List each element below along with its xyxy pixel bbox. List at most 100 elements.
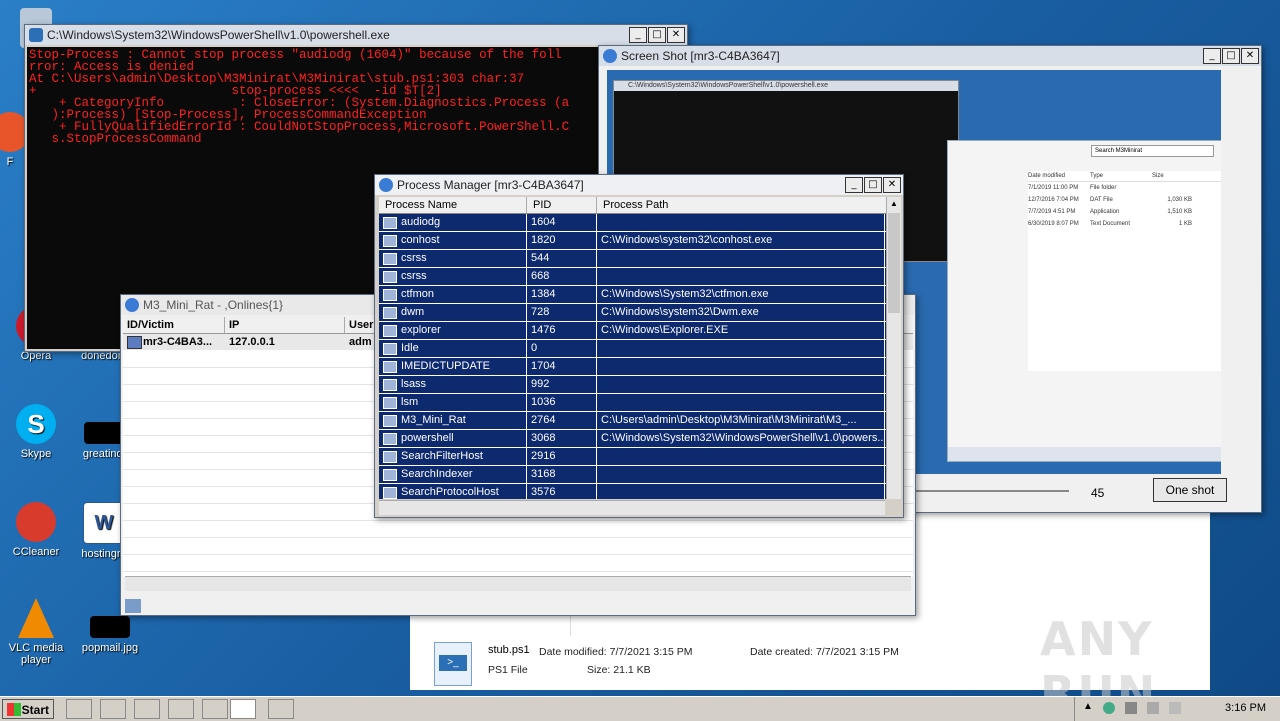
preview-cell: 1 KB xyxy=(1178,221,1192,227)
process-pid: 1704 xyxy=(527,358,597,375)
volume-icon[interactable] xyxy=(1125,702,1137,714)
process-manager-title: Process Manager [mr3-C4BA3647] xyxy=(397,178,584,192)
process-name: SearchProtocolHost xyxy=(401,486,499,498)
show-hidden-icon[interactable]: ▲ xyxy=(1083,701,1093,712)
victim-id: mr3-C4BA3... xyxy=(143,336,213,348)
process-row[interactable]: audiodg 1604 xyxy=(379,214,887,232)
preview-cell: Text Document xyxy=(1090,221,1131,227)
process-icon xyxy=(383,253,397,265)
menu-icon[interactable] xyxy=(125,599,141,613)
maximize-button[interactable]: □ xyxy=(648,27,666,43)
preview-title: C:\Windows\System32\WindowsPowerShell\v1… xyxy=(614,81,958,91)
maximize-button[interactable]: □ xyxy=(1222,48,1240,64)
process-name: Idle xyxy=(401,342,419,354)
process-row[interactable]: conhost 1820 C:\Windows\system32\conhost.e… xyxy=(379,232,887,250)
opera-taskbar-icon[interactable] xyxy=(202,699,228,719)
console-line: s.StopProcessCommand xyxy=(29,132,202,146)
size-value: 21.1 KB xyxy=(613,664,651,676)
process-list-header: Process Name PID Process Path xyxy=(379,197,887,214)
close-button[interactable]: ✕ xyxy=(667,27,685,43)
horizontal-scrollbar[interactable] xyxy=(379,500,885,515)
start-button[interactable]: Start xyxy=(2,699,54,719)
process-row[interactable]: lsass 992 xyxy=(379,376,887,394)
process-name: M3_Mini_Rat xyxy=(401,414,466,426)
process-row[interactable]: csrss 544 xyxy=(379,250,887,268)
clock[interactable]: 3:16 PM xyxy=(1225,702,1266,714)
process-path xyxy=(597,268,885,285)
quality-slider[interactable] xyxy=(909,490,1069,492)
col-header[interactable]: Process Name xyxy=(379,197,527,213)
col-header[interactable]: IP xyxy=(225,317,345,333)
process-name: SearchFilterHost xyxy=(401,450,483,462)
powershell-titlebar[interactable]: C:\Windows\System32\WindowsPowerShell\v1… xyxy=(25,25,687,45)
flag-icon[interactable] xyxy=(1147,702,1159,714)
process-name: lsm xyxy=(401,396,419,408)
rat-taskbar-icon[interactable] xyxy=(230,699,256,719)
network-icon[interactable] xyxy=(1103,702,1115,714)
process-name: ctfmon xyxy=(401,288,435,300)
process-row[interactable]: SearchIndexer 3168 xyxy=(379,466,887,484)
skype-icon[interactable]: S Skype xyxy=(4,404,68,460)
process-path: C:\Windows\Explorer.EXE xyxy=(597,322,885,339)
process-path: C:\Windows\System32\WindowsPowerShell\v1… xyxy=(597,430,885,447)
one-shot-button[interactable]: One shot xyxy=(1153,478,1227,502)
preview-cell: 7/7/2019 4:51 PM xyxy=(1028,209,1076,215)
horizontal-scrollbar[interactable] xyxy=(125,576,911,591)
powershell-icon xyxy=(29,28,43,42)
vlc-icon[interactable]: VLC media player xyxy=(4,598,68,666)
preview-col-header: Size xyxy=(1152,173,1164,179)
ie-icon[interactable] xyxy=(66,699,92,719)
process-row[interactable]: IMEDICTUPDATE 1704 xyxy=(379,358,887,376)
scroll-thumb[interactable] xyxy=(888,213,900,313)
minimize-button[interactable]: _ xyxy=(1203,48,1221,64)
process-name: conhost xyxy=(401,234,440,246)
process-manager-titlebar[interactable]: Process Manager [mr3-C4BA3647] _ □ ✕ xyxy=(375,175,903,195)
size-label: Size: xyxy=(587,664,611,676)
ccleaner-icon[interactable]: CCleaner xyxy=(4,502,68,558)
explorer-icon[interactable] xyxy=(100,699,126,719)
process-row[interactable]: M3_Mini_Rat 2764 C:\Users\admin\Desktop\M3… xyxy=(379,412,887,430)
powershell-taskbar-icon[interactable] xyxy=(268,699,294,719)
process-row[interactable]: explorer 1476 C:\Windows\Explorer.EXE xyxy=(379,322,887,340)
media-player-icon[interactable] xyxy=(134,699,160,719)
preview-col-header: Date modified xyxy=(1028,173,1066,179)
chrome-icon[interactable] xyxy=(168,699,194,719)
process-name: SearchIndexer xyxy=(401,468,473,480)
minimize-button[interactable]: _ xyxy=(629,27,647,43)
process-list[interactable]: Process Name PID Process Path audiodg 160… xyxy=(379,197,887,499)
process-rows: audiodg 1604 conhost 1820 C:\Windows\system3… xyxy=(379,214,887,499)
process-row[interactable]: powershell 3068 C:\Windows\System32\Window… xyxy=(379,430,887,448)
process-name: powershell xyxy=(401,432,454,444)
process-row[interactable]: SearchProtocolHost 3576 xyxy=(379,484,887,499)
process-pid: 1476 xyxy=(527,322,597,339)
process-pid: 544 xyxy=(527,250,597,267)
process-icon xyxy=(383,235,397,247)
vertical-scrollbar[interactable]: ▲ xyxy=(886,197,901,499)
col-header[interactable]: PID xyxy=(527,197,597,213)
process-icon xyxy=(383,271,397,283)
process-icon xyxy=(383,397,397,409)
process-row[interactable]: csrss 668 xyxy=(379,268,887,286)
maximize-button[interactable]: □ xyxy=(864,177,882,193)
preview-cell xyxy=(1152,182,1192,194)
process-pid: 3576 xyxy=(527,484,597,499)
battery-icon[interactable] xyxy=(1169,702,1181,714)
process-row[interactable]: SearchFilterHost 2916 xyxy=(379,448,887,466)
process-row[interactable]: lsm 1036 xyxy=(379,394,887,412)
process-row[interactable]: ctfmon 1384 C:\Windows\System32\ctfmon.exe xyxy=(379,286,887,304)
process-pid: 1036 xyxy=(527,394,597,411)
close-button[interactable]: ✕ xyxy=(883,177,901,193)
screenshot-titlebar[interactable]: Screen Shot [mr3-C4BA3647] _ □ ✕ xyxy=(599,46,1261,66)
close-button[interactable]: ✕ xyxy=(1241,48,1259,64)
process-name: dwm xyxy=(401,306,425,318)
preview-col-header: Type xyxy=(1090,173,1104,179)
process-row[interactable]: Idle 0 xyxy=(379,340,887,358)
minimize-button[interactable]: _ xyxy=(845,177,863,193)
process-icon xyxy=(383,415,397,427)
process-row[interactable]: dwm 728 C:\Windows\system32\Dwm.exe xyxy=(379,304,887,322)
file-type: PS1 File xyxy=(488,664,528,676)
col-header[interactable]: ID/Victim xyxy=(123,317,225,333)
scroll-up-icon[interactable]: ▲ xyxy=(887,197,901,211)
process-manager-window[interactable]: Process Manager [mr3-C4BA3647] _ □ ✕ Pro… xyxy=(374,174,904,518)
col-header[interactable]: Process Path xyxy=(597,197,887,213)
